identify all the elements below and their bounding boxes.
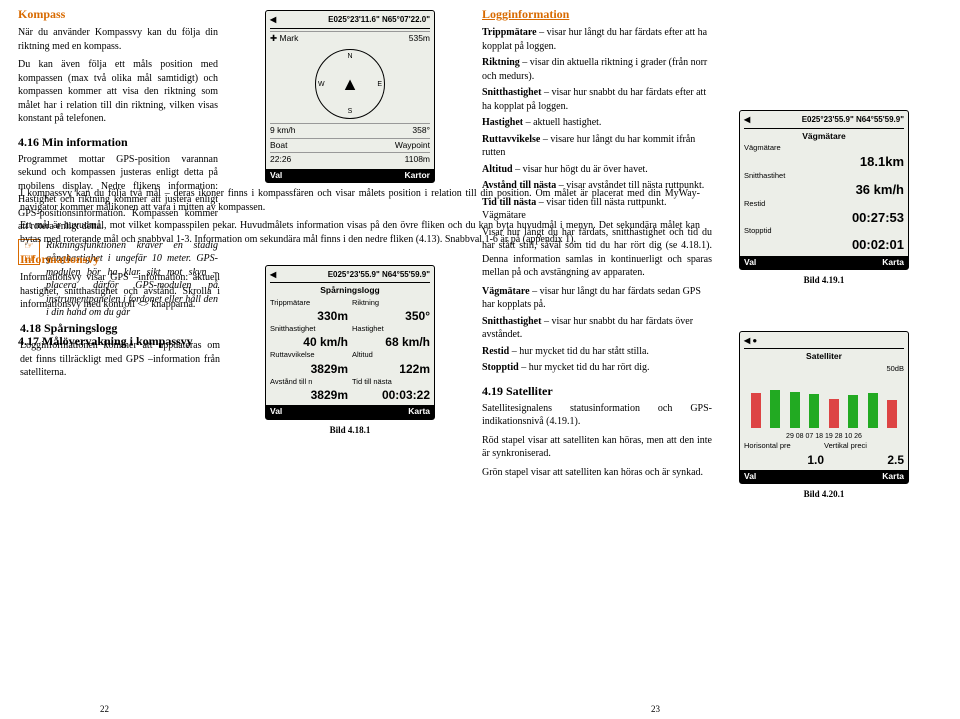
avg-label: Snitthastihet: [744, 171, 904, 181]
odo-label: Vägmätare: [744, 143, 904, 153]
term-avstand: Avstånd till nästa – visar avståndet til…: [482, 179, 712, 193]
tracking-log-screenshot: ◀ E025°23'55.9" N64°55'59.9" Spårningslo…: [265, 265, 435, 420]
term-snitt2: Snitthastighet – visar hur snabbt du har…: [482, 315, 712, 342]
page-number-right: 23: [651, 703, 660, 715]
softkey-left[interactable]: Val: [270, 170, 282, 181]
topbar-left-icon: ◀: [270, 15, 276, 26]
figure-caption-420: Bild 4.20.1: [724, 488, 924, 500]
vert-label: Vertikal preci: [824, 441, 904, 451]
softkey-left[interactable]: Val: [270, 406, 282, 417]
kompass-p1: När du använder Kompassvy kan du följa d…: [18, 26, 218, 53]
figure-caption-419: Bild 4.19.1: [724, 274, 924, 286]
term-trippmatare: Trippmätare – visar hur långt du har fär…: [482, 26, 712, 53]
section-418-p1: Logginformationen kommer att uppdateras …: [20, 339, 220, 380]
term-tid: Tid till nästa – visar tiden till nästa …: [482, 196, 712, 223]
term-snitthastighet: Snitthastighet – visar hur snabbt du har…: [482, 86, 712, 113]
softkey-left[interactable]: Val: [744, 257, 756, 268]
softkey-right[interactable]: Karta: [882, 471, 904, 482]
term-stopptid: Stopptid – hur mycket tid du har rört di…: [482, 361, 712, 375]
topbar-coords: E025°23'11.6" N65°07'22.0": [328, 15, 430, 26]
altitude-label: Altitud: [352, 350, 430, 360]
screen-title: Satelliter: [744, 351, 904, 362]
altitude-value: 1108m: [405, 154, 430, 165]
figure-caption-418: Bild 4.18.1: [230, 424, 470, 436]
rest-label: Restid: [744, 199, 904, 209]
compass-w: W: [318, 80, 325, 89]
trip-value: 330m: [270, 308, 348, 324]
logginfo-heading: Logginformation: [482, 6, 712, 22]
satellite-bars: [746, 378, 902, 428]
compass-needle-icon: ▲: [341, 72, 359, 96]
section-416-heading: 4.16 Min information: [18, 134, 218, 150]
section-419-p2: Röd stapel visar att satelliten kan höra…: [482, 434, 712, 461]
deviation-value: 3829m: [270, 361, 348, 377]
topbar-coords: E025°23'55.9" N64°55'59.9": [802, 115, 904, 126]
term-ruttavvikelse: Ruttavvikelse – visare hur långt du har …: [482, 133, 712, 160]
sat-ids: 29 08 07 18 19 28 10 26: [744, 432, 904, 441]
mark-label: ✚ Mark: [270, 33, 298, 44]
screen-title: Spårningslogg: [270, 285, 430, 296]
speed-value: 68 km/h: [352, 334, 430, 350]
rest-value: 00:27:53: [744, 209, 904, 227]
compass-rose: N S E W ▲: [315, 49, 385, 119]
screen-title: Vägmätare: [744, 131, 904, 142]
boat-label: Boat: [270, 140, 288, 151]
avgspeed-value: 40 km/h: [270, 334, 348, 350]
compass-screenshot: ◀ E025°23'11.6" N65°07'22.0" ✚ Mark 535m…: [265, 10, 435, 183]
speed-value: 9 km/h: [270, 125, 296, 136]
heading-value: 358°: [412, 125, 430, 136]
stop-value: 00:02:01: [744, 236, 904, 254]
compass-e: E: [377, 80, 382, 89]
term-restid: Restid – hur mycket tid du har stått sti…: [482, 345, 712, 359]
odometer-screenshot: ◀ E025°23'55.9" N64°55'59.9" Vägmätare V…: [739, 110, 909, 270]
topbar-coords: E025°23'55.9" N64°55'59.9": [328, 270, 430, 281]
satellites-screenshot: ◀ ● Satelliter 50dB 29 08 07 18 19 28 10…: [739, 331, 909, 485]
softkey-right[interactable]: Karta: [408, 406, 430, 417]
topbar-left-icon: ◀: [744, 115, 750, 126]
topbar-icons: ◀ ●: [744, 336, 757, 347]
speed-label: Hastighet: [352, 324, 430, 334]
heading-label: Riktning: [352, 298, 430, 308]
vert-value: 2.5: [824, 452, 904, 468]
topbar-left-icon: ◀: [270, 270, 276, 281]
db-label: 50dB: [744, 364, 904, 374]
stop-label: Stopptid: [744, 226, 904, 236]
timenext-label: Tid till nästa: [352, 377, 430, 387]
vagmatare-p1: Visar hur långt du har färdats, snitthas…: [482, 226, 712, 280]
timenext-value: 00:03:22: [352, 387, 430, 403]
deviation-label: Ruttavvikelse: [270, 350, 348, 360]
avg-value: 36 km/h: [744, 181, 904, 199]
kompass-heading: Kompass: [18, 6, 218, 22]
heading-value: 350°: [352, 308, 430, 324]
distnext-label: Avstånd till n: [270, 377, 348, 387]
mark-value: 535m: [409, 33, 430, 44]
term-vagmatare: Vägmätare – visar hur långt du har färda…: [482, 285, 712, 312]
section-419-p1: Satellitesignalens statusinformation och…: [482, 402, 712, 429]
term-riktning: Riktning – visar din aktuella riktning i…: [482, 56, 712, 83]
horiz-value: 1.0: [744, 452, 824, 468]
softkey-left[interactable]: Val: [744, 471, 756, 482]
odo-value: 18.1km: [744, 153, 904, 171]
softkey-right[interactable]: Kartor: [404, 170, 430, 181]
altitude-value: 122m: [352, 361, 430, 377]
kompass-p2: Du kan även följa ett måls position med …: [18, 58, 218, 126]
waypoint-label: Waypoint: [395, 140, 430, 151]
term-hastighet: Hastighet – aktuell hastighet.: [482, 116, 712, 130]
trip-label: Trippmätare: [270, 298, 348, 308]
section-419-heading: 4.19 Satelliter: [482, 383, 712, 399]
compass-n: N: [347, 52, 352, 61]
section-419-p3: Grön stapel visar att satelliten kan hör…: [482, 466, 712, 480]
term-altitud: Altitud – visar hur högt du är över have…: [482, 163, 712, 177]
informationsvy-p1: Informationsvy visar GPS –information: a…: [20, 271, 220, 312]
horiz-label: Horisontal pre: [744, 441, 824, 451]
compass-s: S: [348, 107, 353, 116]
page-number-left: 22: [100, 703, 109, 715]
avgspeed-label: Snitthastighet: [270, 324, 348, 334]
distnext-value: 3829m: [270, 387, 348, 403]
time-value: 22:26: [270, 154, 291, 165]
softkey-right[interactable]: Karta: [882, 257, 904, 268]
